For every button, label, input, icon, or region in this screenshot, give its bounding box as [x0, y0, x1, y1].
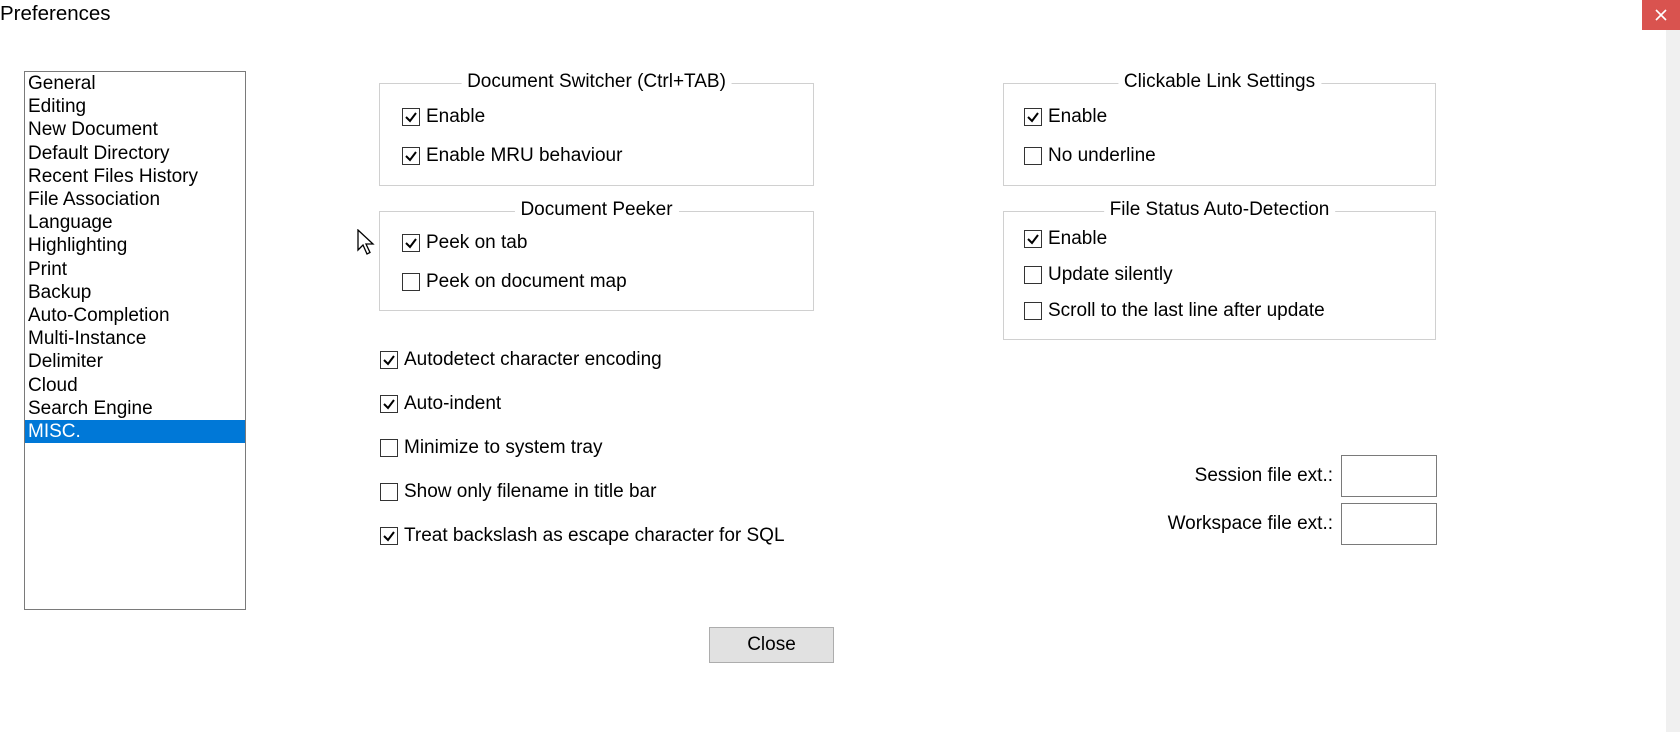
checkbox-label: No underline — [1048, 145, 1156, 167]
category-item[interactable]: Language — [25, 211, 245, 234]
checkbox-label: Minimize to system tray — [404, 437, 602, 459]
group-file-status: File Status Auto-Detection Enable Update… — [1003, 211, 1436, 340]
checkbox-doc-switcher-enable[interactable]: Enable — [402, 106, 485, 128]
category-item[interactable]: Default Directory — [25, 142, 245, 165]
group-legend-clickable-link: Clickable Link Settings — [1118, 71, 1321, 93]
session-ext-label: Session file ext.: — [1195, 465, 1333, 487]
category-item[interactable]: Delimiter — [25, 350, 245, 373]
category-item[interactable]: Auto-Completion — [25, 304, 245, 327]
checkbox-label: Update silently — [1048, 264, 1173, 286]
group-legend-document-peeker: Document Peeker — [514, 199, 678, 221]
checkbox-link-no-underline[interactable]: No underline — [1024, 145, 1156, 167]
vertical-scrollbar[interactable] — [1666, 30, 1680, 732]
checkbox-label: Treat backslash as escape character for … — [404, 525, 785, 547]
window-close-button[interactable] — [1642, 0, 1680, 30]
group-legend-document-switcher: Document Switcher (Ctrl+TAB) — [461, 71, 732, 93]
group-legend-file-status: File Status Auto-Detection — [1104, 199, 1336, 221]
close-icon — [1655, 9, 1667, 21]
checkbox-label: Scroll to the last line after update — [1048, 300, 1325, 322]
category-item[interactable]: General — [25, 72, 245, 95]
checkbox-filename-only-title[interactable]: Show only filename in title bar — [380, 481, 656, 503]
workspace-ext-label: Workspace file ext.: — [1168, 513, 1333, 535]
checkbox-link-enable[interactable]: Enable — [1024, 106, 1107, 128]
checkbox-label: Peek on document map — [426, 271, 627, 293]
checkbox-label: Enable — [426, 106, 485, 128]
category-item[interactable]: Recent Files History — [25, 165, 245, 188]
category-item[interactable]: Editing — [25, 95, 245, 118]
category-item[interactable]: Search Engine — [25, 397, 245, 420]
checkbox-label: Auto-indent — [404, 393, 501, 415]
checkbox-file-status-scroll[interactable]: Scroll to the last line after update — [1024, 300, 1325, 322]
category-item[interactable]: Cloud — [25, 374, 245, 397]
close-button-label: Close — [747, 634, 796, 656]
category-item[interactable]: Multi-Instance — [25, 327, 245, 350]
checkbox-label: Enable MRU behaviour — [426, 145, 622, 167]
checkbox-label: Show only filename in title bar — [404, 481, 656, 503]
category-item[interactable]: Highlighting — [25, 234, 245, 257]
workspace-ext-input[interactable] — [1341, 503, 1437, 545]
dialog-title: Preferences — [0, 2, 111, 26]
category-item[interactable]: MISC. — [25, 420, 245, 443]
cursor-icon — [357, 229, 377, 257]
checkbox-auto-indent[interactable]: Auto-indent — [380, 393, 501, 415]
checkbox-label: Enable — [1048, 228, 1107, 250]
checkbox-label: Peek on tab — [426, 232, 527, 254]
group-document-peeker: Document Peeker Peek on tab Peek on docu… — [379, 211, 814, 311]
checkbox-file-status-silent[interactable]: Update silently — [1024, 264, 1173, 286]
group-clickable-link: Clickable Link Settings Enable No underl… — [1003, 83, 1436, 186]
category-item[interactable]: New Document — [25, 118, 245, 141]
category-listbox[interactable]: GeneralEditingNew DocumentDefault Direct… — [24, 71, 246, 610]
checkbox-file-status-enable[interactable]: Enable — [1024, 228, 1107, 250]
session-ext-input[interactable] — [1341, 455, 1437, 497]
checkbox-backslash-sql[interactable]: Treat backslash as escape character for … — [380, 525, 785, 547]
checkbox-label: Enable — [1048, 106, 1107, 128]
checkbox-autodetect-encoding[interactable]: Autodetect character encoding — [380, 349, 662, 371]
checkbox-minimize-tray[interactable]: Minimize to system tray — [380, 437, 602, 459]
category-item[interactable]: File Association — [25, 188, 245, 211]
close-button[interactable]: Close — [709, 627, 834, 663]
group-document-switcher: Document Switcher (Ctrl+TAB) Enable Enab… — [379, 83, 814, 186]
category-item[interactable]: Print — [25, 258, 245, 281]
category-item[interactable]: Backup — [25, 281, 245, 304]
checkbox-label: Autodetect character encoding — [404, 349, 662, 371]
checkbox-doc-switcher-mru[interactable]: Enable MRU behaviour — [402, 145, 622, 167]
checkbox-peek-on-tab[interactable]: Peek on tab — [402, 232, 527, 254]
checkbox-peek-on-map[interactable]: Peek on document map — [402, 271, 627, 293]
